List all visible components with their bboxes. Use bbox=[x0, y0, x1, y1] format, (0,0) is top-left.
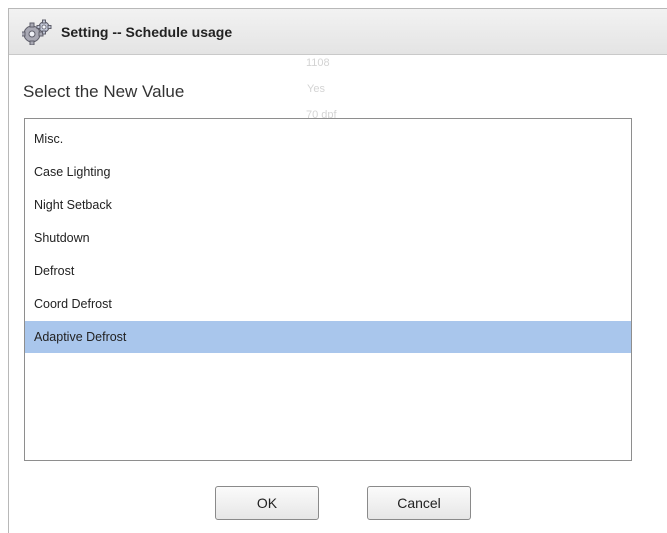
background-text: Yes bbox=[307, 83, 325, 95]
list-item-night-setback[interactable]: Night Setback bbox=[25, 189, 631, 221]
background-text: 1108 bbox=[306, 57, 330, 69]
prompt-label: Select the New Value bbox=[23, 82, 185, 101]
list-item-misc[interactable]: Misc. bbox=[25, 123, 631, 155]
schedule-usage-dialog: Setting -- Schedule usage 1108 Yes 70 dp… bbox=[8, 8, 667, 533]
list-item-defrost[interactable]: Defrost bbox=[25, 255, 631, 287]
dialog-title: Setting -- Schedule usage bbox=[61, 24, 233, 40]
list-item-adaptive-defrost[interactable]: Adaptive Defrost bbox=[25, 321, 631, 353]
value-listbox[interactable]: Misc. Case Lighting Night Setback Shutdo… bbox=[24, 118, 632, 461]
dialog-titlebar: Setting -- Schedule usage bbox=[9, 9, 667, 55]
ok-button[interactable]: OK bbox=[215, 486, 319, 520]
list-item-coord-defrost[interactable]: Coord Defrost bbox=[25, 288, 631, 320]
list-item-case-lighting[interactable]: Case Lighting bbox=[25, 156, 631, 188]
gear-icon bbox=[20, 19, 52, 46]
list-item-shutdown[interactable]: Shutdown bbox=[25, 222, 631, 254]
cancel-button[interactable]: Cancel bbox=[367, 486, 471, 520]
